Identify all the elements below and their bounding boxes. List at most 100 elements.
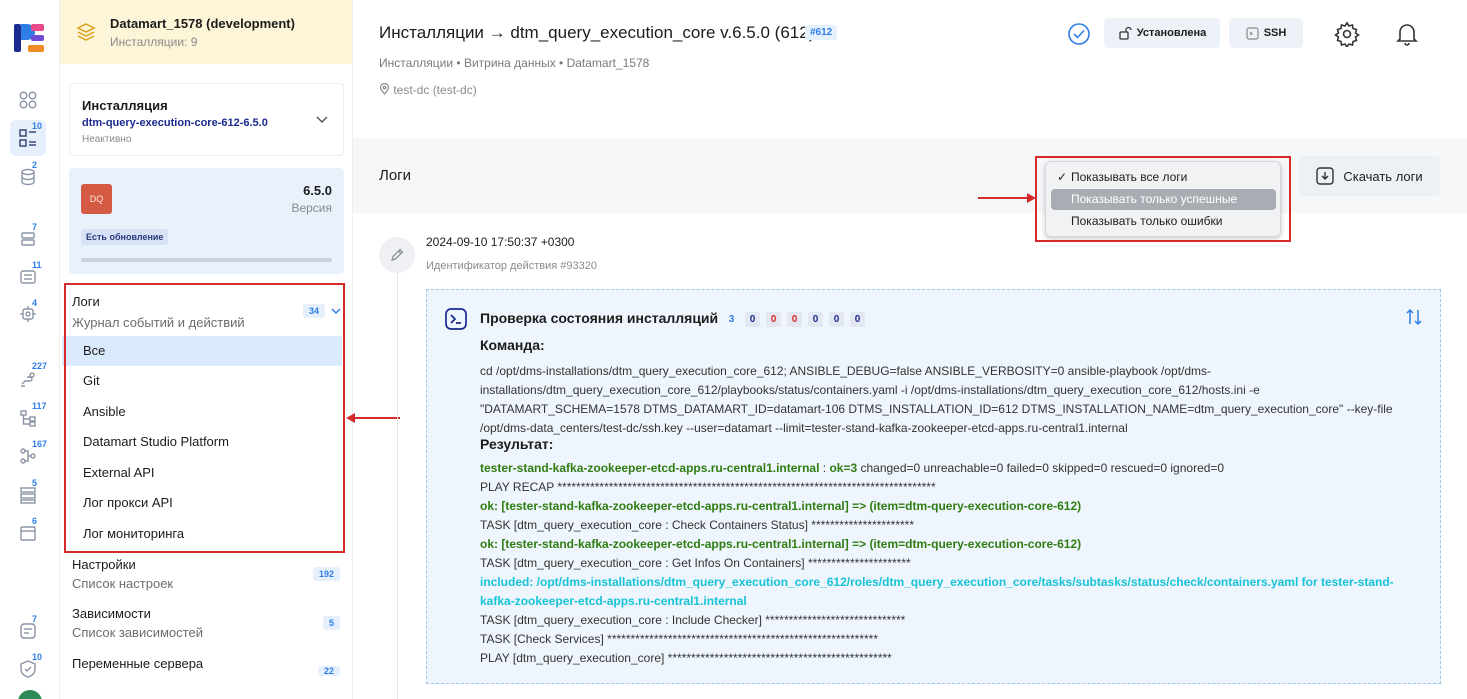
status-counter: 0: [787, 312, 802, 327]
result-line: TASK [Check Services] ******************…: [480, 632, 879, 646]
chevron-down-icon[interactable]: [315, 112, 329, 126]
rail-badge: 227: [32, 361, 48, 371]
rail-badge: 167: [32, 439, 48, 449]
annotation-arrow: [978, 197, 1028, 199]
installed-status-button[interactable]: Установлена: [1104, 18, 1220, 48]
highlight-frame: [1035, 156, 1291, 242]
rail-badge: 11: [32, 260, 42, 270]
result-line: TASK [dtm_query_execution_core : Get Inf…: [480, 556, 911, 570]
installation-select[interactable]: Инсталляция dtm-query-execution-core-612…: [69, 83, 344, 156]
result-line: kafka-zookeeper-etcd-apps.ru-central1.in…: [480, 594, 747, 608]
datamart-header[interactable]: Datamart_1578 (development) Инсталляции:…: [60, 0, 352, 64]
entry-action-id: Идентификатор действия #93320: [426, 260, 597, 272]
download-logs-button[interactable]: Скачать логи: [1298, 156, 1440, 196]
product-logo: DQ: [81, 184, 112, 214]
dependencies-section[interactable]: Зависимости Список зависимостей: [72, 606, 203, 640]
rail-badge: 7: [32, 222, 38, 232]
rail-badge: 2: [32, 160, 38, 170]
server-vars-section[interactable]: Переменные сервера: [72, 656, 203, 671]
edit-icon: [379, 237, 415, 273]
installation-state: Неактивно: [82, 134, 132, 145]
status-counter: 0: [766, 312, 781, 327]
recap-ok: ok=3: [829, 461, 858, 475]
installation-id-tag: #612: [805, 25, 838, 40]
rail-badge: 10: [32, 652, 43, 662]
highlight-frame: [64, 283, 345, 553]
breadcrumb[interactable]: Инсталляции • Витрина данных • Datamart_…: [379, 56, 649, 70]
recap-separator: :: [819, 461, 830, 475]
rail-badge: 4: [32, 298, 38, 308]
icon-rail: 10 2 7 11 4 227 117 167 5 6 7 10: [0, 0, 60, 699]
location: test-dc (test-dc): [379, 82, 477, 97]
command-heading: Команда:: [480, 337, 545, 353]
server-vars-count-badge: 22: [318, 666, 341, 676]
annotation-arrow: [355, 417, 400, 419]
status-counter: 3: [728, 314, 735, 325]
installed-status-label: Установлена: [1136, 27, 1207, 39]
page-title: Инсталляции → dtm_query_execution_core v…: [379, 23, 815, 42]
rail-badge: 5: [32, 478, 38, 488]
timeline-line: [397, 272, 398, 699]
app-logo-icon[interactable]: [14, 24, 44, 52]
version-progress: [81, 258, 332, 262]
ssh-label: SSH: [1263, 27, 1287, 39]
bell-icon[interactable]: [1394, 21, 1420, 47]
result-line: PLAY RECAP *****************************…: [480, 480, 936, 494]
logs-heading: Логи: [379, 167, 412, 184]
status-counter: 0: [850, 312, 865, 327]
gear-icon[interactable]: [1334, 21, 1360, 47]
annotation-arrowhead: [346, 413, 355, 423]
version-number: 6.5.0: [303, 183, 332, 198]
avatar[interactable]: [18, 690, 42, 699]
status-counter: 0: [829, 312, 844, 327]
result-heading: Результат:: [480, 436, 554, 452]
status-counter: 0: [745, 312, 760, 327]
installation-label: Инсталляция: [82, 98, 168, 113]
hand-icon[interactable]: [17, 368, 39, 390]
command-line: installations/dtm_query_execution_core_6…: [480, 383, 1260, 397]
result-line: TASK [dtm_query_execution_core : Include…: [480, 613, 906, 627]
section-title: Зависимости: [72, 606, 151, 621]
command-line: /opt/dms-data_centers/test-dc/ssh.key --…: [480, 421, 1128, 435]
annotation-arrowhead: [1027, 193, 1036, 203]
result-text: tester-stand-kafka-zookeeper-etcd-apps.r…: [480, 459, 1425, 668]
ssh-button[interactable]: SSH: [1229, 18, 1303, 48]
sort-icon[interactable]: [1404, 307, 1424, 327]
datamart-title: Datamart_1578 (development): [110, 16, 295, 31]
dependencies-count-badge: 5: [323, 616, 341, 630]
log-entry-title: Проверка состояния инсталляций: [480, 310, 719, 326]
section-subtitle: Список настроек: [72, 576, 174, 591]
section-title: Настройки: [72, 557, 136, 572]
section-subtitle: Список зависимостей: [72, 625, 203, 640]
terminal-icon: [445, 308, 467, 330]
version-label: Версия: [291, 201, 332, 215]
result-line: PLAY [dtm_query_execution_core] ********…: [480, 651, 892, 665]
recap-line: tester-stand-kafka-zookeeper-etcd-apps.r…: [480, 459, 1425, 478]
dashboard-icon[interactable]: [17, 89, 39, 111]
command-line: cd /opt/dms-installations/dtm_query_exec…: [480, 364, 1212, 378]
app-root: 10 2 7 11 4 227 117 167 5 6 7 10 Datamar…: [0, 0, 1467, 699]
version-card: DQ 6.5.0 Версия Есть обновление: [69, 168, 344, 274]
command-text: cd /opt/dms-installations/dtm_query_exec…: [480, 362, 1425, 438]
stack-icon: [76, 23, 96, 41]
result-line: ok: [tester-stand-kafka-zookeeper-etcd-a…: [480, 537, 1082, 551]
command-line: "DATAMART_SCHEMA=1578 DTMS_DATAMART_ID=d…: [480, 402, 1393, 416]
status-counter: 0: [808, 312, 823, 327]
settings-count-badge: 192: [313, 567, 341, 581]
check-circle-icon[interactable]: [1067, 22, 1091, 46]
terminal-icon: [1246, 26, 1259, 40]
rail-badge: 117: [32, 401, 47, 411]
rail-badge: 6: [32, 516, 38, 526]
location-text: test-dc (test-dc): [393, 83, 477, 97]
settings-section[interactable]: Настройки Список настроек: [72, 557, 173, 591]
status-counters: 3000000: [724, 312, 865, 327]
update-badge[interactable]: Есть обновление: [81, 229, 169, 245]
recap-rest: changed=0 unreachable=0 failed=0 skipped…: [857, 461, 1225, 475]
entry-timestamp: 2024-09-10 17:50:37 +0300: [426, 235, 575, 249]
rail-badge: 10: [32, 121, 43, 131]
result-line: included: /opt/dms-installations/dtm_que…: [480, 575, 1394, 589]
download-logs-label: Скачать логи: [1343, 168, 1423, 184]
recap-host: tester-stand-kafka-zookeeper-etcd-apps.r…: [480, 461, 820, 475]
result-line: TASK [dtm_query_execution_core : Check C…: [480, 518, 915, 532]
datamart-subtitle: Инсталляции: 9: [110, 35, 198, 49]
